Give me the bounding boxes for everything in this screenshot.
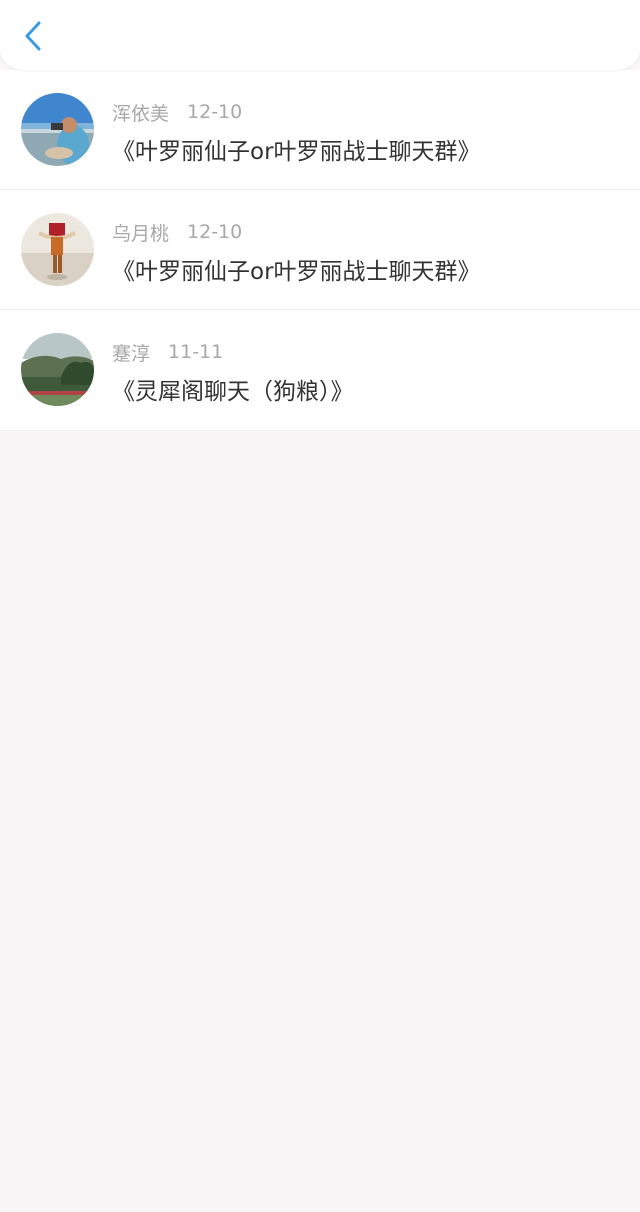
post-meta: 乌月桃 12-10 — [112, 220, 243, 245]
post-title[interactable]: 《叶罗丽仙子or叶罗丽战士聊天群》 — [112, 252, 481, 286]
post-meta: 浑依美 12-10 — [112, 100, 243, 125]
post-list: 浑依美 12-10 《叶罗丽仙子or叶罗丽战士聊天群》 乌月桃 12-10 《叶… — [0, 70, 640, 431]
post-date: 12-10 — [187, 221, 243, 243]
author-name: 乌月桃 — [112, 222, 170, 245]
avatar[interactable] — [21, 213, 94, 286]
back-button[interactable] — [14, 14, 54, 58]
post-title[interactable]: 《叶罗丽仙子or叶罗丽战士聊天群》 — [112, 132, 481, 166]
post-title[interactable]: 《灵犀阁聊天（狗粮）》 — [112, 372, 354, 406]
post-date: 11-11 — [168, 341, 224, 363]
post-meta: 蹇淳 11-11 — [112, 340, 224, 365]
avatar[interactable] — [21, 93, 94, 166]
list-item[interactable]: 乌月桃 12-10 《叶罗丽仙子or叶罗丽战士聊天群》 — [0, 190, 640, 310]
list-item[interactable]: 蹇淳 11-11 《灵犀阁聊天（狗粮）》 — [0, 310, 640, 431]
author-name: 浑依美 — [112, 102, 170, 125]
avatar[interactable] — [21, 333, 94, 406]
post-date: 12-10 — [187, 101, 243, 123]
chevron-left-icon — [25, 21, 41, 51]
top-bar — [0, 0, 640, 70]
author-name: 蹇淳 — [112, 342, 151, 365]
list-item[interactable]: 浑依美 12-10 《叶罗丽仙子or叶罗丽战士聊天群》 — [0, 70, 640, 190]
